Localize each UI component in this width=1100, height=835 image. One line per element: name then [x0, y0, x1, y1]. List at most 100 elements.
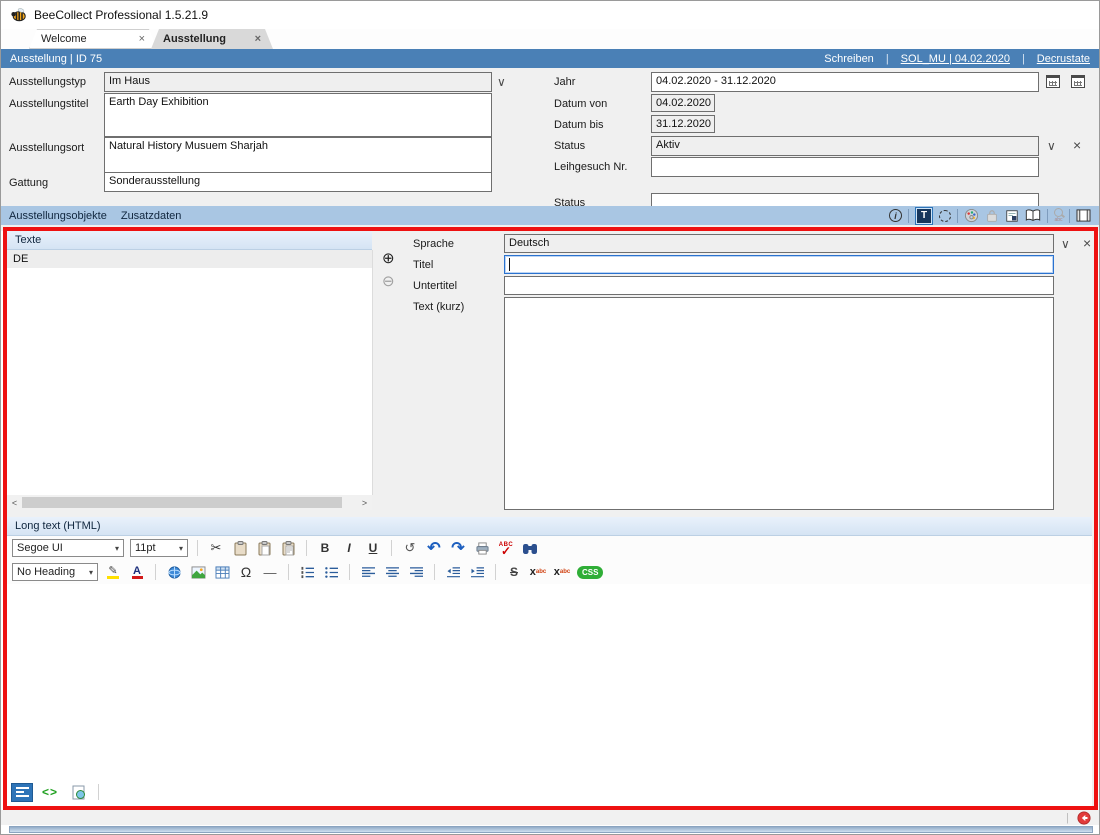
- texte-panel-header: Texte: [7, 231, 372, 250]
- superscript-icon[interactable]: xabc: [529, 563, 547, 582]
- datum-bis-field[interactable]: 31.12.2020: [651, 115, 715, 133]
- ausstellungstyp-field[interactable]: Im Haus: [104, 72, 492, 92]
- remove-text-button[interactable]: ⊖: [382, 274, 395, 289]
- sub-toolbar: Ausstellungsobjekte Zusatzdaten i T abc: [1, 206, 1099, 225]
- texte-list[interactable]: DE: [7, 250, 373, 495]
- subnav-zusatzdaten[interactable]: Zusatzdaten: [121, 210, 182, 222]
- cut-icon[interactable]: ✂: [207, 539, 225, 558]
- source-view-button[interactable]: <>: [39, 783, 61, 802]
- book-icon[interactable]: [1025, 209, 1041, 222]
- bold-button[interactable]: B: [316, 539, 334, 558]
- palette-icon[interactable]: [964, 208, 979, 223]
- divider: [155, 564, 156, 580]
- font-size-select[interactable]: 11pt▾: [130, 539, 188, 557]
- align-right-icon[interactable]: [407, 563, 425, 582]
- texte-panel-title: Texte: [15, 234, 41, 246]
- user-date-link[interactable]: SOL_MU | 04.02.2020: [901, 53, 1010, 65]
- copy-icon[interactable]: [231, 539, 249, 558]
- decrustate-link[interactable]: Decrustate: [1037, 53, 1090, 65]
- texte-hscrollbar[interactable]: < >: [7, 495, 372, 510]
- horizontal-rule-icon[interactable]: —: [261, 563, 279, 582]
- divider: [349, 564, 350, 580]
- strikethrough-icon[interactable]: S: [505, 563, 523, 582]
- tab-welcome-close-icon[interactable]: ×: [139, 33, 145, 45]
- add-text-button[interactable]: ⊕: [382, 251, 395, 266]
- calendar-range-icon[interactable]: [1071, 75, 1085, 88]
- highlight-icon[interactable]: ✎: [104, 563, 122, 582]
- scroll-right-icon[interactable]: >: [357, 498, 372, 508]
- untertitel-field[interactable]: [504, 276, 1054, 295]
- subnav-ausstellungsobjekte[interactable]: Ausstellungsobjekte: [9, 210, 107, 222]
- sprache-chevron-down-icon[interactable]: ∨: [1061, 238, 1070, 250]
- tab-ausstellung-close-icon[interactable]: ×: [255, 33, 261, 45]
- numbered-list-icon[interactable]: [298, 563, 316, 582]
- mode-label: Schreiben: [824, 53, 874, 65]
- print-icon[interactable]: [473, 539, 491, 558]
- sprache-field[interactable]: Deutsch: [504, 234, 1054, 253]
- font-color-icon[interactable]: A: [128, 563, 146, 582]
- ausstellungstyp-label: Ausstellungstyp: [9, 76, 86, 88]
- bee-app-icon: [10, 7, 26, 23]
- filmstrip-icon[interactable]: [1076, 209, 1091, 222]
- divider: [1069, 209, 1070, 223]
- editor-content-area[interactable]: [7, 584, 1092, 778]
- find-icon[interactable]: [521, 539, 539, 558]
- design-view-button[interactable]: [11, 783, 33, 802]
- form-icon[interactable]: [1005, 209, 1019, 223]
- datum-von-field[interactable]: 04.02.2020: [651, 94, 715, 112]
- text-tool-icon: T: [917, 209, 931, 223]
- sprache-clear-icon[interactable]: ×: [1083, 237, 1091, 249]
- spellcheck-icon[interactable]: ABC✓: [497, 539, 515, 558]
- rotate-icon[interactable]: ↺: [401, 539, 419, 558]
- info-icon[interactable]: i: [889, 209, 902, 222]
- longtext-panel-header: Long text (HTML): [7, 517, 1092, 536]
- text-kurz-field[interactable]: [504, 297, 1054, 510]
- status-clear-icon[interactable]: ×: [1073, 139, 1081, 151]
- italic-button[interactable]: I: [340, 539, 358, 558]
- titel-label: Titel: [413, 259, 433, 271]
- status-field[interactable]: Aktiv: [651, 136, 1039, 156]
- jahr-field[interactable]: 04.02.2020 - 31.12.2020: [651, 72, 1039, 92]
- subscript-icon[interactable]: xabc: [553, 563, 571, 582]
- longtext-panel-title: Long text (HTML): [15, 520, 101, 532]
- text-tool-selected[interactable]: T: [915, 207, 933, 225]
- tab-ausstellung-label: Ausstellung: [163, 33, 226, 45]
- status-chevron-down-icon[interactable]: ∨: [1047, 140, 1056, 152]
- tab-ausstellung[interactable]: Ausstellung ×: [151, 29, 273, 49]
- css-icon[interactable]: CSS: [577, 563, 603, 582]
- image-icon[interactable]: [189, 563, 207, 582]
- link-icon[interactable]: [165, 563, 183, 582]
- window-title: BeeCollect Professional 1.5.21.9: [34, 8, 208, 22]
- heading-select[interactable]: No Heading▾: [12, 563, 98, 581]
- scrollbar-thumb[interactable]: [22, 497, 342, 508]
- align-center-icon[interactable]: [383, 563, 401, 582]
- scroll-left-icon[interactable]: <: [7, 498, 22, 508]
- tab-welcome-label: Welcome: [41, 33, 87, 45]
- titel-field[interactable]: [504, 255, 1054, 274]
- leihgesuch-field[interactable]: [651, 157, 1039, 177]
- outdent-icon[interactable]: [444, 563, 462, 582]
- table-icon[interactable]: [213, 563, 231, 582]
- editor-mode-bar: <>: [7, 778, 1092, 806]
- tab-welcome[interactable]: Welcome ×: [29, 29, 157, 49]
- error-navigation-icon[interactable]: [1077, 811, 1091, 825]
- indent-icon[interactable]: [468, 563, 486, 582]
- dashed-circle-icon[interactable]: [939, 210, 951, 222]
- ausstellungstyp-chevron-down-icon[interactable]: ∨: [497, 76, 506, 88]
- preview-button[interactable]: [67, 783, 89, 802]
- font-family-select[interactable]: Segoe UI▾: [12, 539, 124, 557]
- gattung-field[interactable]: Sonderausstellung: [104, 172, 492, 192]
- underline-button[interactable]: U: [364, 539, 382, 558]
- bullet-list-icon[interactable]: [322, 563, 340, 582]
- bottom-scroll-strip[interactable]: [9, 826, 1093, 833]
- texte-list-item-de[interactable]: DE: [7, 250, 372, 268]
- paste-text-icon[interactable]: [279, 539, 297, 558]
- redo-icon[interactable]: ↷: [449, 539, 467, 558]
- undo-icon[interactable]: ↶: [425, 539, 443, 558]
- paste-icon[interactable]: [255, 539, 273, 558]
- divider: [434, 564, 435, 580]
- calendar-icon[interactable]: [1046, 75, 1060, 88]
- align-left-icon[interactable]: [359, 563, 377, 582]
- ausstellungstitel-field[interactable]: Earth Day Exhibition: [104, 93, 492, 137]
- special-char-icon[interactable]: Ω: [237, 563, 255, 582]
